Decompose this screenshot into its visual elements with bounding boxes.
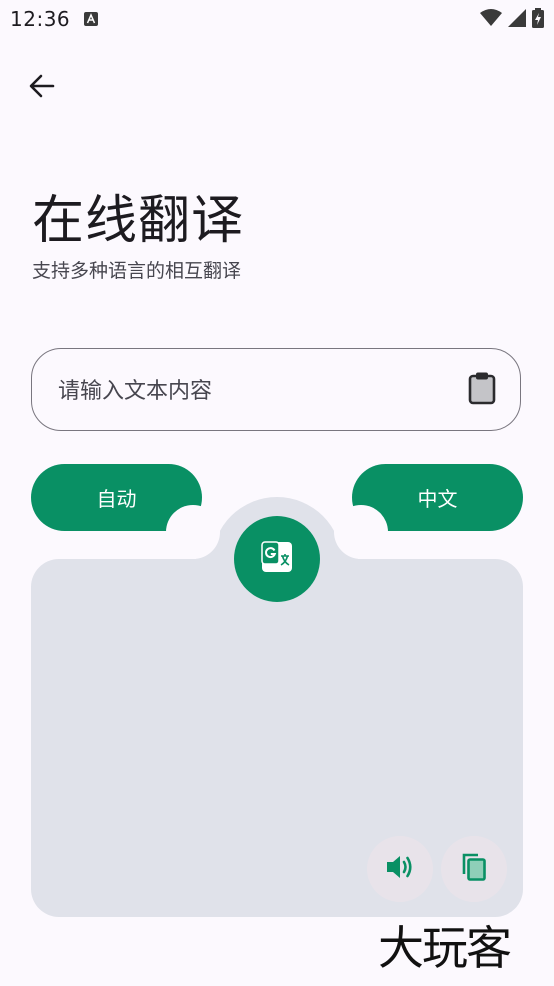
volume-icon [385,853,415,885]
panel-bump-curve-left [166,505,220,559]
battery-charging-icon [532,8,544,32]
google-translate-icon [260,540,294,578]
status-bar: 12:36 [0,0,554,38]
text-input[interactable] [56,371,460,411]
page-title: 在线翻译 [32,191,245,251]
paste-button[interactable] [464,371,500,409]
back-button[interactable] [18,64,66,112]
status-icons [480,8,544,32]
text-input-field[interactable] [31,348,521,431]
translate-button[interactable] [234,516,320,602]
status-time: 12:36 [10,7,71,31]
a-notification-icon [84,11,98,30]
watermark-logo: 大玩客 [378,921,512,975]
clipboard-icon [467,371,497,409]
copy-icon [461,852,487,886]
speak-button[interactable] [367,836,433,902]
arrow-left-icon [28,72,56,104]
wifi-icon [480,9,502,31]
copy-button[interactable] [441,836,507,902]
page-subtitle: 支持多种语言的相互翻译 [32,260,242,282]
panel-bump-curve-right [334,505,388,559]
signal-icon [508,9,526,31]
